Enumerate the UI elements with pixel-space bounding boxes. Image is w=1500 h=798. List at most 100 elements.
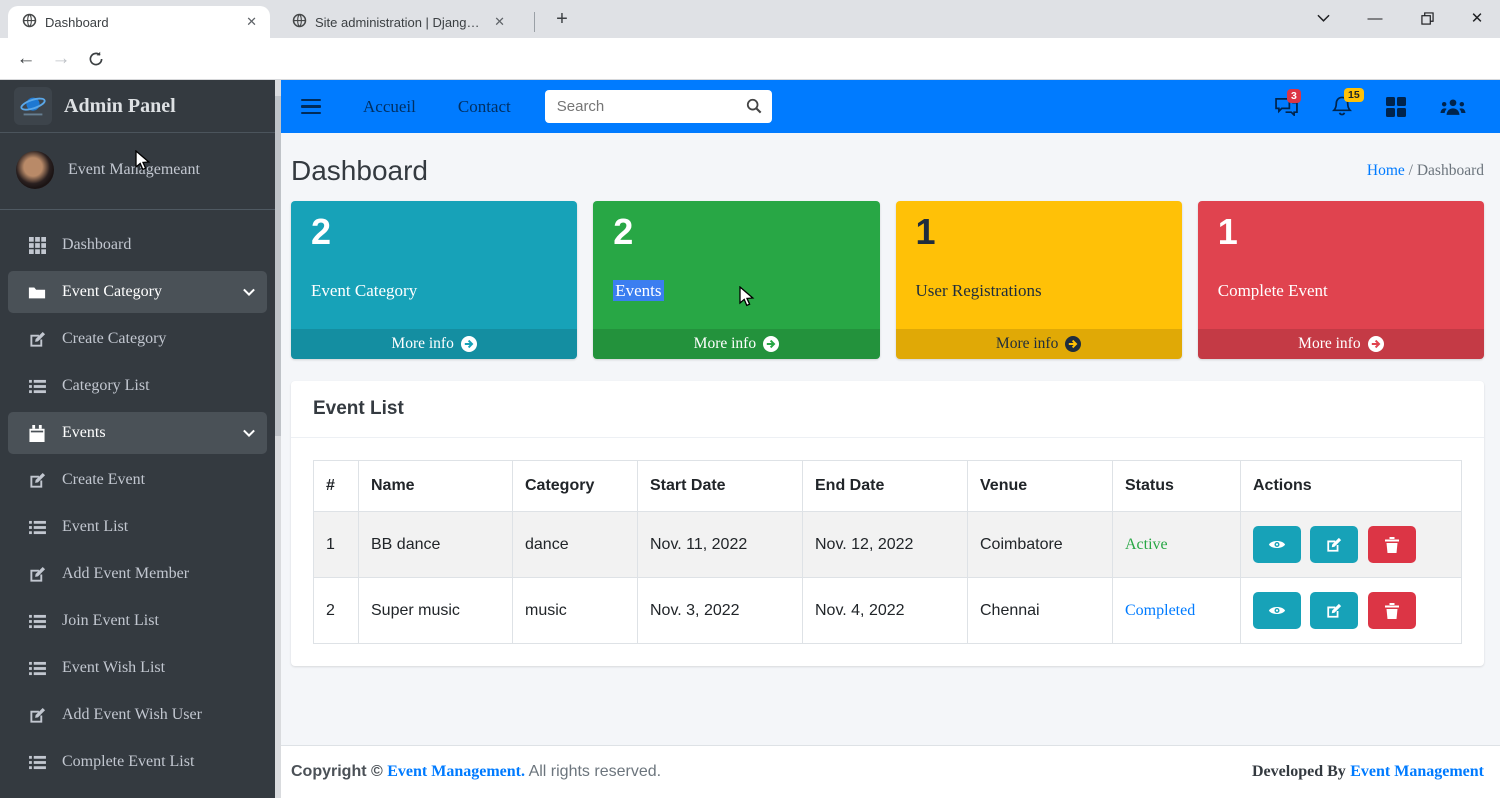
window-restore-button[interactable] [1404, 0, 1450, 36]
list-icon [26, 520, 48, 535]
folder-icon [26, 285, 48, 300]
grid-apps-icon[interactable] [1386, 97, 1406, 117]
list-icon [26, 379, 48, 394]
notifications-badge: 15 [1344, 88, 1364, 102]
edit-icon [26, 707, 48, 724]
window-close-button[interactable]: ✕ [1454, 0, 1500, 36]
delete-button[interactable] [1368, 592, 1416, 629]
sidebar-item-category-list[interactable]: Category List [8, 365, 267, 407]
list-icon [26, 755, 48, 770]
arrow-circle-right-icon [1368, 336, 1384, 352]
tab-close-icon[interactable]: ✕ [491, 14, 508, 30]
table-row: 1 BB dance dance Nov. 11, 2022 Nov. 12, … [314, 512, 1462, 578]
sidebar-item-complete-event-list[interactable]: Complete Event List [8, 741, 267, 783]
globe-favicon-icon [22, 13, 37, 31]
users-icon[interactable] [1440, 97, 1466, 116]
top-navbar: Accueil Contact 3 15 [281, 80, 1500, 133]
sidebar-item-create-category[interactable]: Create Category [8, 318, 267, 360]
status-badge: Active [1125, 536, 1168, 553]
search-input[interactable] [545, 90, 772, 123]
sidebar: Admin Panel Event Managemeant Dashboard … [0, 80, 275, 798]
browser-tab-dashboard[interactable]: Dashboard ✕ [8, 6, 270, 38]
event-list-title: Event List [313, 398, 404, 419]
developed-by-text: Developed By Event Management [1252, 763, 1484, 781]
messages-icon[interactable]: 3 [1275, 97, 1298, 116]
messages-badge: 3 [1287, 89, 1301, 103]
main-footer: Copyright © Event Management. All rights… [281, 745, 1500, 798]
grid-icon [26, 237, 48, 254]
card-label: Events [593, 253, 879, 301]
new-tab-button[interactable]: + [548, 6, 576, 34]
mouse-cursor [738, 286, 757, 313]
card-user-registrations: 1 User Registrations More info [896, 201, 1182, 359]
arrow-circle-right-icon [1065, 336, 1081, 352]
table-header-row: # Name Category Start Date End Date Venu… [314, 461, 1462, 512]
status-badge: Completed [1125, 602, 1195, 619]
navbar-right-icons: 3 15 [1275, 96, 1500, 117]
user-avatar[interactable] [16, 151, 54, 189]
back-icon[interactable]: ← [12, 45, 40, 73]
breadcrumb-separator: / [1409, 162, 1413, 179]
card-value: 2 [593, 201, 879, 253]
sidebar-item-events[interactable]: Events [8, 412, 267, 454]
arrow-circle-right-icon [763, 336, 779, 352]
chevron-down-icon [243, 283, 255, 301]
window-minimize-button[interactable]: — [1352, 0, 1398, 36]
chevron-down-icon [243, 424, 255, 442]
card-value: 1 [1198, 201, 1484, 253]
globe-favicon-icon [292, 13, 307, 31]
list-icon [26, 661, 48, 676]
edit-button[interactable] [1310, 592, 1358, 629]
hamburger-menu-icon[interactable] [301, 99, 321, 115]
more-info-link[interactable]: More info [896, 329, 1182, 359]
edit-button[interactable] [1310, 526, 1358, 563]
sidebar-item-join-event-list[interactable]: Join Event List [8, 600, 267, 642]
search-box [545, 90, 772, 123]
tab-close-icon[interactable]: ✕ [243, 14, 260, 30]
breadcrumb-home-link[interactable]: Home [1367, 162, 1405, 179]
app-window: Admin Panel Event Managemeant Dashboard … [0, 80, 1500, 798]
events-table: # Name Category Start Date End Date Venu… [313, 460, 1462, 644]
sidebar-item-event-wish-list[interactable]: Event Wish List [8, 647, 267, 689]
card-value: 2 [291, 201, 577, 253]
nav-link-contact[interactable]: Contact [458, 97, 511, 117]
footer-brand-link[interactable]: Event Management. [387, 763, 525, 780]
more-info-link[interactable]: More info [291, 329, 577, 359]
actions-cell [1241, 512, 1462, 578]
sidebar-item-add-event-wish-user[interactable]: Add Event Wish User [8, 694, 267, 736]
sidebar-item-event-list[interactable]: Event List [8, 506, 267, 548]
selected-text: Events [613, 280, 663, 301]
sidebar-item-create-event[interactable]: Create Event [8, 459, 267, 501]
tab-search-chevron-icon[interactable] [1300, 0, 1346, 36]
browser-toolbar: ← → 127.0.0.1:8000 ☆ ⋮ [0, 38, 1500, 80]
tab-title: Site administration | Django site [315, 15, 483, 30]
breadcrumb: Home / Dashboard [1367, 162, 1484, 180]
developer-link[interactable]: Event Management [1350, 763, 1484, 780]
browser-tab-django-admin[interactable]: Site administration | Django site ✕ [278, 6, 518, 38]
tab-separator [534, 12, 535, 32]
more-info-link[interactable]: More info [1198, 329, 1484, 359]
page-title: Dashboard [291, 155, 428, 187]
card-complete-event: 1 Complete Event More info [1198, 201, 1484, 359]
app-logo-icon [14, 87, 52, 125]
sidebar-item-event-category[interactable]: Event Category [8, 271, 267, 313]
view-button[interactable] [1253, 592, 1301, 629]
list-icon [26, 614, 48, 629]
card-events: 2 Events More info [593, 201, 879, 359]
card-label: Complete Event [1198, 253, 1484, 301]
brand-header[interactable]: Admin Panel [0, 80, 275, 133]
more-info-link[interactable]: More info [593, 329, 879, 359]
nav-link-accueil[interactable]: Accueil [363, 97, 416, 117]
sidebar-item-add-event-member[interactable]: Add Event Member [8, 553, 267, 595]
event-list-header: Event List [291, 381, 1484, 438]
notifications-bell-icon[interactable]: 15 [1332, 96, 1352, 117]
delete-button[interactable] [1368, 526, 1416, 563]
card-label: Event Category [291, 253, 577, 301]
forward-icon[interactable]: → [47, 45, 75, 73]
sidebar-item-dashboard[interactable]: Dashboard [8, 224, 267, 266]
search-icon[interactable] [746, 98, 762, 119]
reload-icon[interactable] [82, 45, 110, 73]
card-label: User Registrations [896, 253, 1182, 301]
table-row: 2 Super music music Nov. 3, 2022 Nov. 4,… [314, 578, 1462, 644]
view-button[interactable] [1253, 526, 1301, 563]
